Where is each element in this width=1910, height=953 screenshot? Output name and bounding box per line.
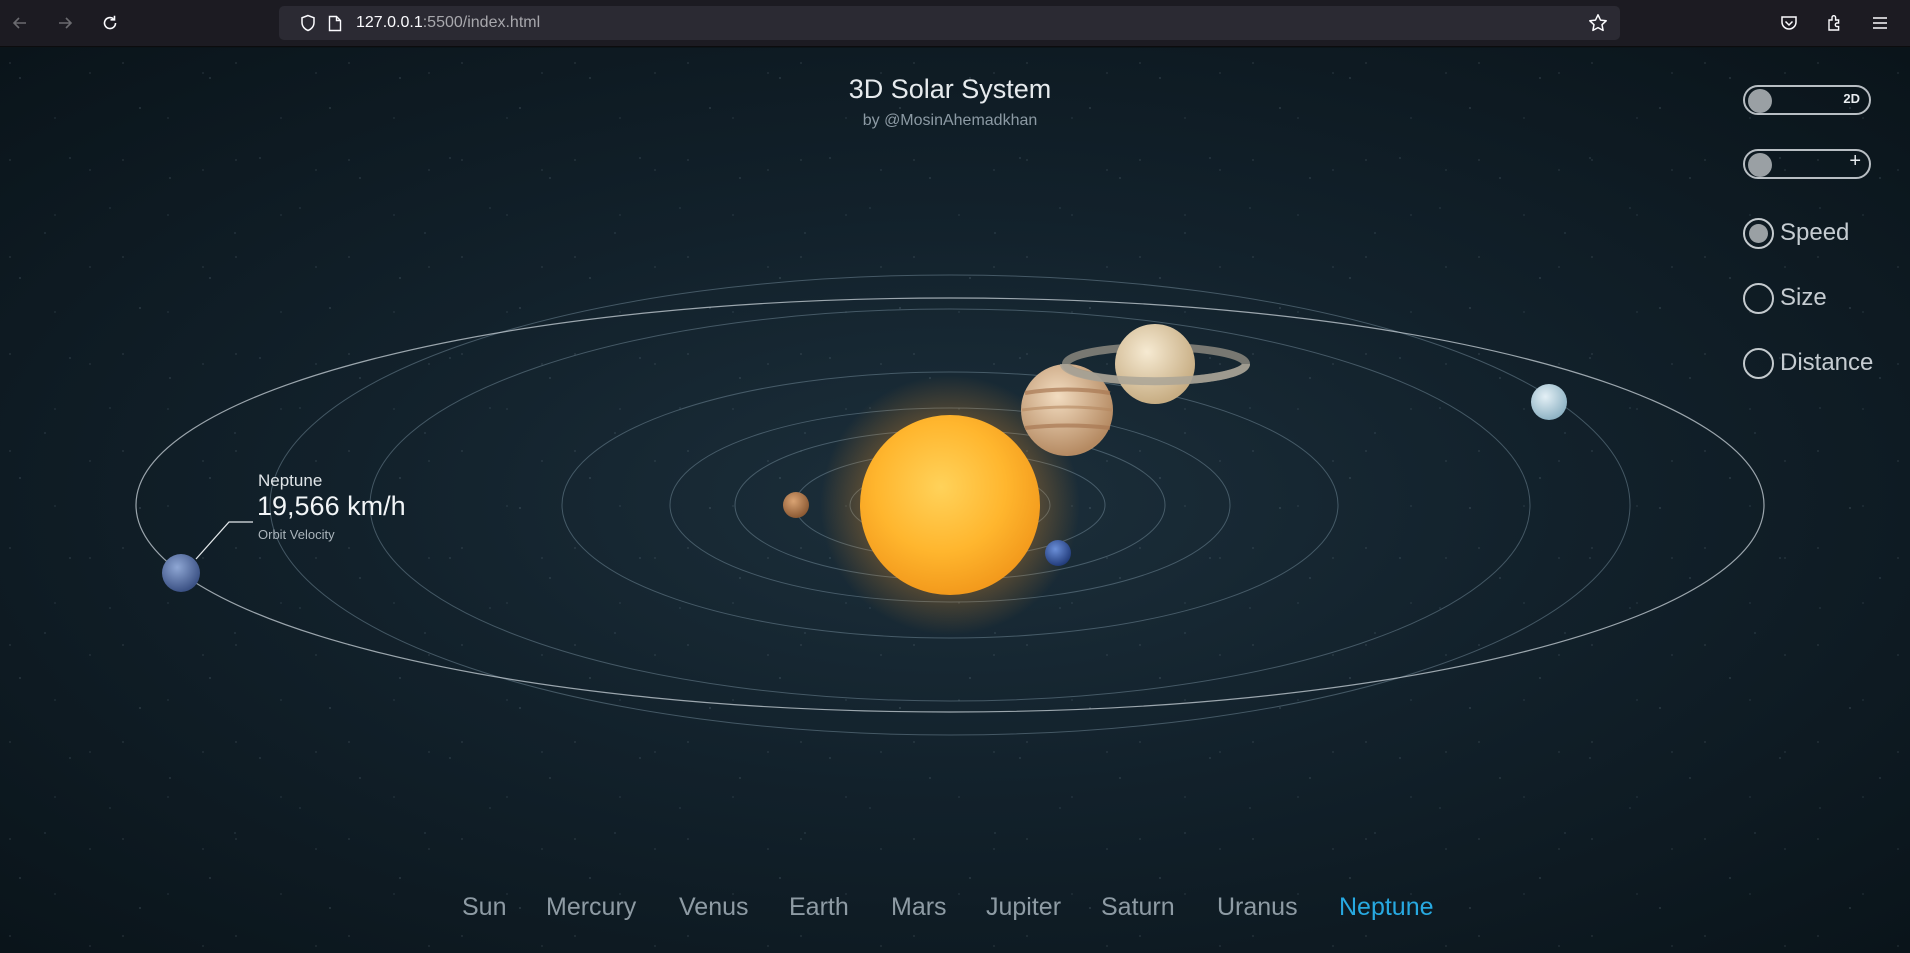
bookmark-star-icon[interactable] <box>1588 13 1608 33</box>
neptune-planet[interactable] <box>162 554 200 592</box>
pocket-icon[interactable] <box>1775 9 1803 37</box>
planet-nav-sun[interactable]: Sun <box>462 893 506 922</box>
page-icon <box>325 13 345 33</box>
radio-size-label: Size <box>1780 284 1827 311</box>
shield-icon[interactable] <box>298 13 318 33</box>
toggle-knob <box>1748 153 1772 177</box>
radio-size[interactable]: Size <box>1743 282 1827 314</box>
view-mode-toggle[interactable]: 2D <box>1743 85 1871 115</box>
reload-icon[interactable] <box>95 8 125 38</box>
uranus-planet[interactable] <box>1531 384 1567 420</box>
menu-icon[interactable] <box>1866 9 1894 37</box>
planet-nav-saturn[interactable]: Saturn <box>1101 893 1175 922</box>
radio-speed[interactable]: Speed <box>1743 217 1849 249</box>
radio-distance[interactable]: Distance <box>1743 347 1873 379</box>
planet-nav-neptune[interactable]: Neptune <box>1339 893 1434 922</box>
zoom-toggle[interactable]: + <box>1743 149 1871 179</box>
url-text[interactable]: 127.0.0.1:5500/index.html <box>356 14 540 32</box>
toggle-knob <box>1748 89 1772 113</box>
info-planet-name: Neptune <box>258 471 323 490</box>
mercury-planet[interactable] <box>783 492 809 518</box>
back-icon[interactable] <box>5 8 35 38</box>
planet-nav-venus[interactable]: Venus <box>679 893 749 922</box>
planet-nav-mercury[interactable]: Mercury <box>546 893 636 922</box>
info-orbit-velocity-value: 19,566 km/h <box>257 491 406 521</box>
planet-nav-mars[interactable]: Mars <box>891 893 947 922</box>
earth-planet[interactable] <box>1045 540 1071 566</box>
radio-distance-label: Distance <box>1780 349 1874 376</box>
forward-icon[interactable] <box>50 8 80 38</box>
radio-circle-selected[interactable] <box>1743 217 1774 249</box>
planet-nav-earth[interactable]: Earth <box>789 893 849 922</box>
planet-nav-uranus[interactable]: Uranus <box>1217 893 1298 922</box>
sun[interactable] <box>860 415 1040 595</box>
planet-nav: Sun Mercury Venus Earth Mars Jupiter Sat… <box>0 893 1910 933</box>
info-leader-line <box>195 521 253 560</box>
extensions-icon[interactable] <box>1821 9 1849 37</box>
info-caption: Orbit Velocity <box>258 527 335 542</box>
zoom-plus-icon: + <box>1849 150 1861 172</box>
radio-circle[interactable] <box>1743 282 1774 314</box>
radio-speed-label: Speed <box>1780 219 1850 246</box>
planet-nav-jupiter[interactable]: Jupiter <box>986 893 1061 922</box>
url-host: 127.0.0.1 <box>356 14 423 31</box>
url-path: :5500/index.html <box>422 14 541 31</box>
solar-system-page: 3D Solar System by @MosinAhemadkhan Nept… <box>0 48 1910 953</box>
url-bar[interactable]: 127.0.0.1:5500/index.html <box>279 6 1620 40</box>
view-mode-label: 2D <box>1843 91 1860 106</box>
browser-toolbar: 127.0.0.1:5500/index.html <box>0 0 1910 47</box>
radio-circle[interactable] <box>1743 347 1774 379</box>
